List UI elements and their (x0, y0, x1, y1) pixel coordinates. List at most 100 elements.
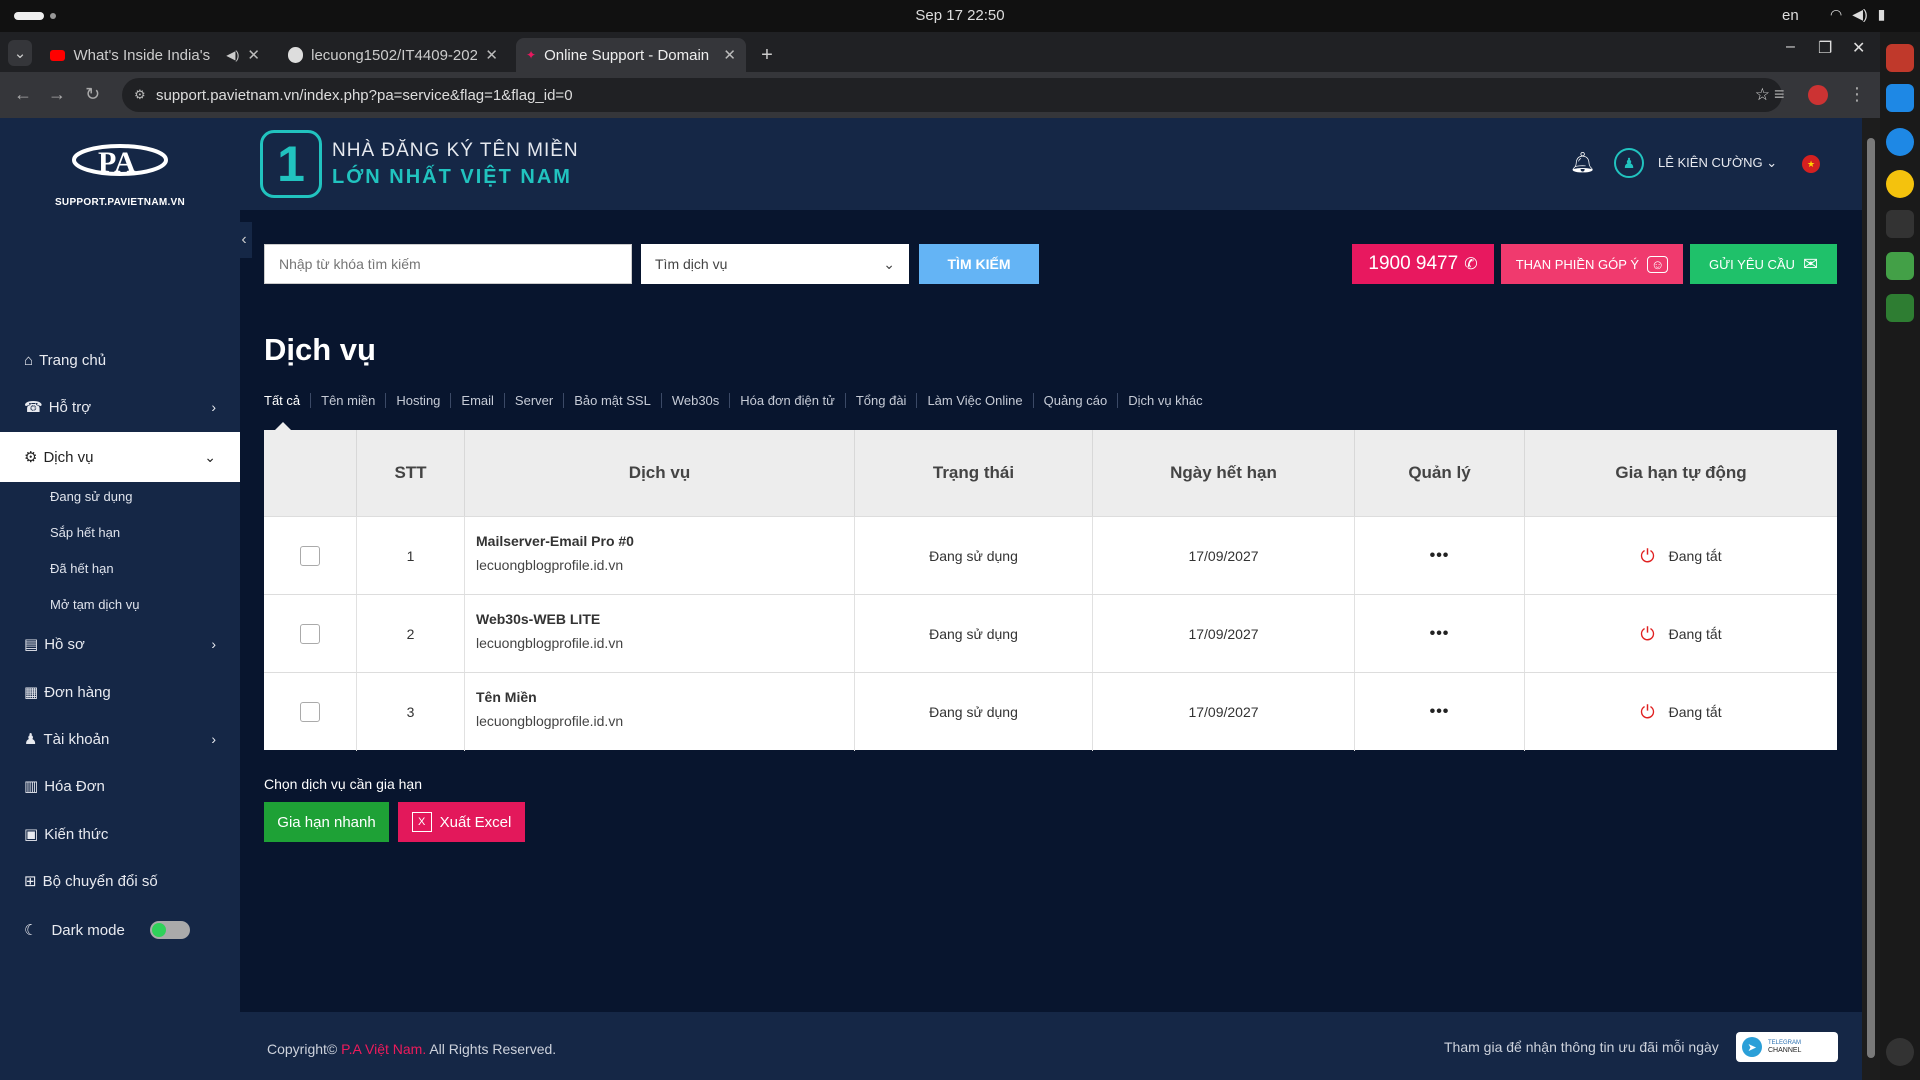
close-icon[interactable]: ✕ (723, 46, 736, 64)
files-app-icon[interactable] (1886, 44, 1914, 72)
sidebar-sub-expired[interactable]: Đã hết hạn (50, 561, 114, 576)
reload-icon[interactable]: ↻ (85, 84, 100, 105)
sidebar-item-orders[interactable]: ▦ Đơn hàng (0, 670, 240, 714)
tab-ssl[interactable]: Bảo mật SSL (563, 393, 661, 408)
maximize-icon[interactable]: ❐ (1818, 38, 1832, 58)
user-menu[interactable]: LÊ KIÊN CƯỜNG ⌄ (1658, 155, 1777, 171)
telegram-channel-badge[interactable]: ➤ TELEGRAM CHANNEL (1736, 1032, 1838, 1062)
sidebar-item-profile[interactable]: ▤ Hồ sơ › (0, 622, 240, 666)
row-status: Đang sử dụng (855, 673, 1093, 751)
company-link[interactable]: P.A Việt Nam. (341, 1041, 426, 1057)
power-icon[interactable]: ⏻ (1640, 624, 1654, 645)
page-scrollbar[interactable] (1862, 118, 1880, 1080)
tab-web30s[interactable]: Web30s (660, 393, 729, 408)
more-icon[interactable]: ••• (1430, 547, 1450, 565)
quick-renew-button[interactable]: Gia hạn nhanh (264, 802, 389, 842)
service-name[interactable]: Web30s-WEB LITE (476, 611, 600, 627)
browser-tab-3[interactable]: ✦ Online Support - Domain ✕ (516, 38, 746, 72)
tab-einvoice[interactable]: Hóa đơn điện tử (729, 393, 845, 408)
request-button[interactable]: GỬI YÊU CẦU ✉ (1690, 244, 1837, 284)
search-input[interactable] (264, 244, 632, 284)
dark-mode-toggle[interactable] (150, 921, 190, 939)
sidebar-sub-in-use[interactable]: Đang sử dụng (50, 489, 132, 504)
export-excel-button[interactable]: X Xuất Excel (398, 802, 525, 842)
tab-work-online[interactable]: Làm Việc Online (916, 393, 1032, 408)
audio-icon[interactable]: ◀) (226, 48, 239, 62)
row-select-cell (264, 517, 357, 595)
tab-other[interactable]: Dịch vụ khác (1117, 393, 1212, 408)
site-info-icon[interactable]: ⚙ (134, 87, 146, 103)
tab-domain[interactable]: Tên miền (310, 393, 385, 408)
media-control-icon[interactable]: ≡ (1774, 84, 1785, 105)
service-select[interactable]: Tìm dịch vụ ⌄ (641, 244, 909, 284)
sidebar-item-knowledge[interactable]: ▣ Kiến thức (0, 812, 240, 856)
service-name[interactable]: Tên Miền (476, 689, 537, 705)
sidebar-sub-expiring[interactable]: Sắp hết hạn (50, 525, 120, 540)
scrollbar-thumb[interactable] (1867, 138, 1875, 1058)
auto-renew-status: Đang tắt (1668, 704, 1722, 720)
profile-avatar[interactable] (1808, 85, 1828, 105)
tab-all[interactable]: Tất cả (264, 393, 310, 408)
menu-kebab-icon[interactable]: ⋮ (1848, 84, 1866, 105)
document-icon: ▤ (24, 636, 39, 653)
sidebar-item-services[interactable]: ⚙ Dịch vụ ⌄ (0, 432, 240, 482)
power-icon[interactable]: ⏻ (1640, 546, 1654, 567)
more-icon[interactable]: ••• (1430, 625, 1450, 643)
chrome-app-icon[interactable] (1886, 170, 1914, 198)
moon-icon: ☾ (24, 922, 38, 939)
sidebar-item-label: Dịch vụ (43, 448, 94, 466)
user-avatar-icon[interactable]: ♟ (1614, 148, 1644, 178)
vietnam-flag-icon[interactable]: ★ (1802, 155, 1820, 173)
vscode-app-icon[interactable] (1886, 84, 1914, 112)
search-button[interactable]: TÌM KIẾM (919, 244, 1039, 284)
forward-icon[interactable]: → (48, 84, 66, 105)
sidebar-item-digital[interactable]: ⊞ Bộ chuyển đổi số (0, 859, 240, 903)
input-language[interactable]: en (1782, 7, 1799, 24)
brand-banner[interactable]: 1 NHÀ ĐĂNG KÝ TÊN MIỀN LỚN NHẤT VIỆT NAM (260, 130, 579, 198)
service-name[interactable]: Mailserver-Email Pro #0 (476, 533, 634, 549)
complain-button[interactable]: THAN PHIỀN GÓP Ý ☺ (1501, 244, 1683, 284)
tab-email[interactable]: Email (450, 393, 504, 408)
sidebar-item-home[interactable]: ⌂ Trang chủ (0, 338, 240, 382)
os-clock[interactable]: Sep 17 22:50 (0, 7, 1920, 24)
minimize-icon[interactable]: – (1786, 38, 1795, 56)
close-window-icon[interactable]: ✕ (1852, 38, 1865, 58)
browser-tab-2[interactable]: lecuong1502/IT4409-202 ✕ (278, 38, 508, 72)
sidebar-sub-reopen[interactable]: Mở tạm dịch vụ (50, 597, 139, 612)
help-app-icon[interactable] (1886, 128, 1914, 156)
tab-search-button[interactable]: ⌄ (8, 40, 32, 66)
close-icon[interactable]: ✕ (247, 46, 260, 64)
telegram-promo-text: Tham gia để nhận thông tin ưu đãi mỗi ng… (1444, 1039, 1719, 1055)
sidebar-item-account[interactable]: ♟ Tài khoản › (0, 717, 240, 761)
row-checkbox[interactable] (300, 702, 320, 722)
sidebar-item-invoices[interactable]: ▥ Hóa Đơn (0, 764, 240, 808)
terminal-app-icon[interactable] (1886, 210, 1914, 238)
more-icon[interactable]: ••• (1430, 703, 1450, 721)
back-icon[interactable]: ← (14, 84, 32, 105)
sidebar-collapse-button[interactable]: ‹ (236, 222, 252, 258)
bookmark-star-icon[interactable]: ☆ (1755, 85, 1770, 105)
show-apps-icon[interactable] (1886, 1038, 1914, 1066)
tab-label: lecuong1502/IT4409-202 (311, 46, 478, 64)
sidebar-item-support[interactable]: ☎ Hỗ trợ › (0, 385, 240, 429)
tab-ads[interactable]: Quảng cáo (1032, 393, 1118, 408)
site-logo[interactable]: PA SUPPORT.PAVIETNAM.VN (40, 138, 200, 210)
row-checkbox[interactable] (300, 624, 320, 644)
row-checkbox[interactable] (300, 546, 320, 566)
trash-app-icon[interactable] (1886, 294, 1914, 322)
url-bar[interactable]: ⚙ support.pavietnam.vn/index.php?pa=serv… (122, 78, 1782, 112)
power-icon[interactable]: ⏻ (1640, 702, 1654, 723)
browser-tab-1[interactable]: What's Inside India's ◀) ✕ (40, 38, 270, 72)
app-icon[interactable] (1886, 252, 1914, 280)
system-tray[interactable]: ◠ ◀) ▮ (1830, 6, 1885, 23)
new-tab-button[interactable]: + (752, 38, 782, 72)
close-icon[interactable]: ✕ (485, 46, 498, 64)
tab-server[interactable]: Server (503, 393, 563, 408)
sidebar-item-label: Trang chủ (39, 351, 107, 369)
tab-hosting[interactable]: Hosting (385, 393, 450, 408)
telegram-icon: ➤ (1742, 1037, 1762, 1057)
dark-mode-label: Dark mode (51, 921, 125, 939)
hotline-button[interactable]: 1900 9477 ✆ (1352, 244, 1494, 284)
bell-icon[interactable]: 🔔︎ (1570, 150, 1595, 175)
tab-switchboard[interactable]: Tổng đài (844, 393, 917, 408)
